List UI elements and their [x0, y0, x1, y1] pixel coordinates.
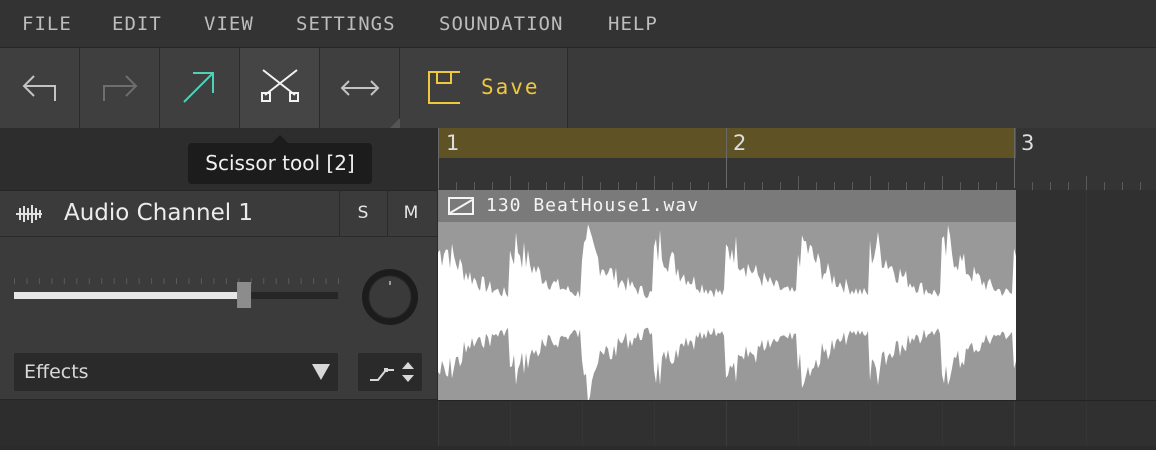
- clip-fade-icon: [448, 197, 474, 215]
- audio-waveform-icon: [16, 205, 42, 223]
- menu-edit[interactable]: EDIT: [112, 13, 162, 35]
- pan-knob[interactable]: [358, 265, 422, 329]
- menu-view[interactable]: VIEW: [204, 13, 254, 35]
- menu-bar: FILE EDIT VIEW SETTINGS SOUNDATION HELP: [0, 0, 1156, 48]
- pointer-tool-icon: [183, 72, 214, 103]
- scissor-tooltip: Scissor tool [2]: [188, 143, 372, 184]
- menu-help[interactable]: HELP: [608, 13, 658, 35]
- ruler-ticks: [438, 128, 1141, 190]
- volume-slider[interactable]: [12, 270, 342, 310]
- clip-waveform: [438, 224, 1016, 400]
- menu-soundation[interactable]: SOUNDATION: [439, 13, 563, 35]
- slider-fill: [14, 292, 245, 299]
- undo-button[interactable]: [0, 48, 80, 128]
- bar-marker-1: 1: [446, 131, 460, 155]
- save-icon: [428, 71, 460, 104]
- stretch-tool-icon: [340, 80, 400, 128]
- pointer-tool-button[interactable]: [160, 48, 240, 128]
- clip-header[interactable]: 130 BeatHouse1.wav: [438, 190, 1016, 222]
- redo-button[interactable]: [80, 48, 160, 128]
- automation-selector[interactable]: [358, 353, 422, 391]
- bar-marker-2: 2: [733, 131, 747, 155]
- effects-dropdown[interactable]: Effects: [14, 353, 338, 391]
- dropdown-arrow-icon: [312, 364, 330, 380]
- scissor-tool-icon: [261, 69, 299, 102]
- menu-file[interactable]: FILE: [22, 13, 72, 35]
- clip-name: 130 BeatHouse1.wav: [486, 195, 700, 216]
- slider-ticks: [14, 278, 339, 284]
- solo-button[interactable]: S: [339, 190, 386, 236]
- slider-handle[interactable]: [237, 282, 252, 308]
- undo-icon: [22, 75, 56, 101]
- audio-clip[interactable]: 130 BeatHouse1.wav: [438, 190, 1016, 400]
- effects-label: Effects: [24, 361, 89, 383]
- header-divider: [0, 236, 437, 237]
- menu-settings[interactable]: SETTINGS: [296, 13, 396, 35]
- mute-button[interactable]: M: [387, 190, 434, 236]
- track-name[interactable]: Audio Channel 1: [64, 200, 253, 226]
- toolbar: Save: [0, 48, 1156, 128]
- scissor-tool-button[interactable]: [240, 48, 320, 128]
- automation-curve-icon: [370, 362, 414, 382]
- bar-marker-3: 3: [1021, 131, 1035, 155]
- save-label: Save: [481, 75, 540, 99]
- stretch-tool-button[interactable]: [320, 48, 400, 128]
- knob-indicator: [389, 281, 391, 285]
- redo-icon: [103, 75, 138, 101]
- tooltip-arrow: [272, 135, 288, 143]
